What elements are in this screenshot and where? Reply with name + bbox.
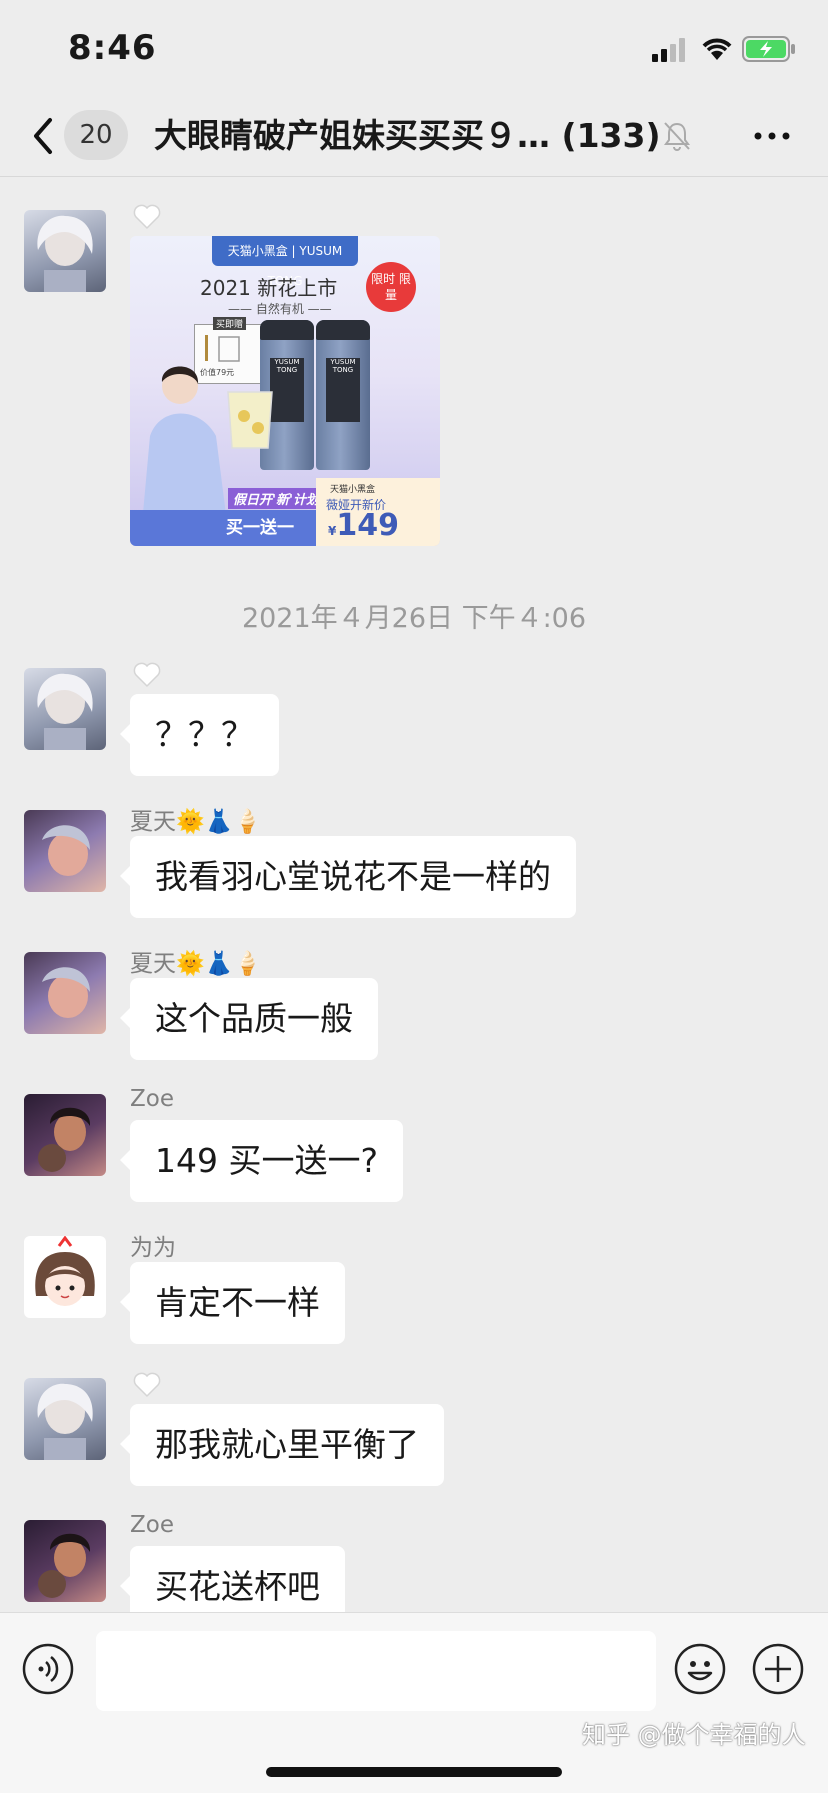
avatar[interactable]: [24, 1378, 106, 1460]
gift-label: 买即赠: [213, 317, 247, 330]
message-bubble[interactable]: 这个品质一般: [120, 978, 378, 1060]
wifi-icon: [702, 38, 732, 60]
product-subtitle: —— 自然有机 ——: [228, 302, 332, 316]
voice-icon[interactable]: [22, 1643, 74, 1695]
avatar[interactable]: [24, 810, 106, 892]
unread-count-badge[interactable]: 20: [64, 110, 128, 160]
price: ¥149: [328, 508, 399, 543]
avatar[interactable]: [24, 668, 106, 750]
message-bubble[interactable]: 那我就心里平衡了: [120, 1404, 444, 1486]
status-bar: 8:46: [0, 0, 828, 100]
back-icon[interactable]: [28, 112, 58, 160]
watermark: 知乎 @做个幸福的人: [582, 1721, 806, 1749]
promo-line-2: 买一送一: [130, 510, 316, 546]
avatar[interactable]: [24, 1236, 106, 1318]
mute-icon: [664, 122, 690, 151]
sender-name: Zoe: [130, 1512, 174, 1538]
plus-icon[interactable]: [752, 1643, 804, 1695]
avatar-portrait-icon: [42, 825, 90, 876]
avatar-portrait-icon: [38, 1533, 91, 1598]
tea-glass-icon: [227, 391, 273, 449]
sender-name: 为为: [130, 1235, 176, 1261]
message-bubble[interactable]: 149 买一送一?: [120, 1120, 403, 1202]
home-indicator: [266, 1767, 562, 1777]
sender-name: 夏天🌞👗🍦: [130, 809, 262, 835]
product-store-header: 天猫小黑盒 | YUSUM TONG: [212, 236, 358, 288]
emoji-icon[interactable]: [674, 1643, 726, 1695]
status-time: 8:46: [68, 28, 157, 68]
chat-timestamp: 2021年４月26日 下午４:06: [241, 603, 587, 634]
limited-badge: 限时 限量: [366, 262, 416, 312]
price-value: 149: [336, 508, 399, 543]
promo-line-1: 假日开'新'计划: [228, 488, 324, 509]
chat-header: 20 大眼睛破产姐妹买买买９… (133): [0, 100, 828, 177]
sender-name: 夏天🌞👗🍦: [130, 951, 262, 977]
avatar-portrait-icon: [42, 967, 90, 1018]
heart-icon: [133, 204, 161, 230]
sender-name: Zoe: [130, 1086, 174, 1112]
avatar[interactable]: [24, 210, 106, 292]
avatar-cartoon-girl-icon: [35, 1236, 95, 1306]
heart-icon: [133, 1372, 161, 1398]
avatar[interactable]: [24, 1094, 106, 1176]
price-store: 天猫小黑盒: [330, 485, 376, 495]
more-icon[interactable]: [748, 114, 796, 158]
message-bubble[interactable]: ？？？: [120, 694, 279, 776]
avatar-portrait-icon: [37, 1383, 93, 1460]
avatar-portrait-icon: [37, 215, 93, 292]
avatar[interactable]: [24, 952, 106, 1034]
signal-icon: [652, 38, 685, 62]
avatar-portrait-icon: [37, 673, 93, 750]
tea-can: YUSUM TONG: [316, 320, 370, 470]
message-bubble[interactable]: 肯定不一样: [120, 1262, 345, 1344]
battery-icon: [742, 36, 795, 62]
tea-can-cap: [260, 320, 314, 340]
tea-can-label: YUSUM TONG: [326, 358, 360, 422]
product-image[interactable]: 天猫小黑盒 | YUSUM TONG 2021 新花上市 —— 自然有机 —— …: [130, 236, 440, 546]
chat-title: 大眼睛破产姐妹买买买９… (133): [154, 116, 659, 155]
input-bar: 知乎 @做个幸福的人: [0, 1612, 828, 1793]
avatar[interactable]: [24, 1520, 106, 1602]
message-input[interactable]: [96, 1631, 656, 1711]
tea-can-cap: [316, 320, 370, 340]
heart-icon: [133, 662, 161, 688]
product-title: 2021 新花上市: [200, 276, 338, 300]
message-bubble[interactable]: 我看羽心堂说花不是一样的: [120, 836, 576, 918]
avatar-portrait-icon: [38, 1107, 91, 1172]
price-box: 天猫小黑盒 薇娅开新价 ¥149: [316, 478, 440, 546]
